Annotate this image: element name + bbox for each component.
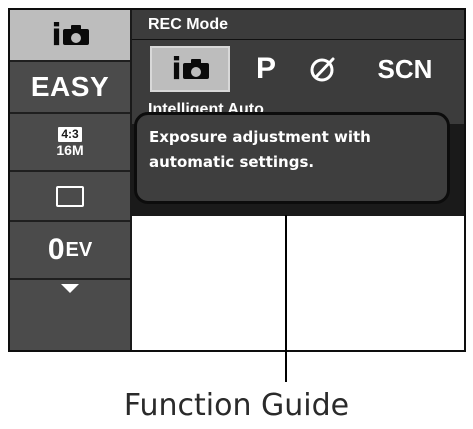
callout-line [285,215,287,382]
sidebar-item-label: EASY [30,71,110,102]
intelligent-auto-icon: i [171,52,209,87]
sidebar-item-image-size[interactable]: 4:3 16M [10,114,130,172]
preview-area [132,216,464,350]
mode-scene[interactable]: SCN [360,46,450,92]
mode-intelligent-auto[interactable]: i [150,46,230,92]
ev-value: 0 [47,233,65,266]
function-guide-caption: Function Guide [123,388,350,423]
sidebar-scroll-down[interactable] [10,280,130,350]
intelligent-auto-icon: i [51,18,89,53]
function-guide-line: automatic settings. [149,153,315,171]
creative-pen-icon [310,57,335,82]
scroll-down-icon [61,284,79,293]
mode-selector: i P SCN [132,40,464,96]
image-size-label: 16M [56,141,84,158]
rec-mode-header: REC Mode [132,10,464,40]
image-size-icon: 4:3 16M [56,126,84,158]
ev-unit: EV [65,238,93,261]
mode-program[interactable]: P [242,46,290,92]
sidebar-item-easy[interactable]: EASY [10,62,130,114]
function-guide-box: Exposure adjustment with automatic setti… [134,112,450,204]
sidebar-item-rec-mode[interactable]: i [10,10,130,62]
header-title: REC Mode [148,15,228,33]
settings-sidebar: i EASY 4:3 16M 0 EV [10,10,132,350]
sidebar-item-display[interactable] [10,172,130,222]
sidebar-item-exposure[interactable]: 0 EV [10,222,130,280]
mode-creative[interactable] [298,46,348,92]
aspect-ratio-label: 4:3 [58,126,82,142]
function-guide-line: Exposure adjustment with [149,128,371,146]
mode-label: P [255,52,276,85]
camera-icon [182,59,209,79]
camera-icon [62,25,89,45]
mode-label: SCN [377,53,433,84]
display-frame-icon [56,185,84,207]
